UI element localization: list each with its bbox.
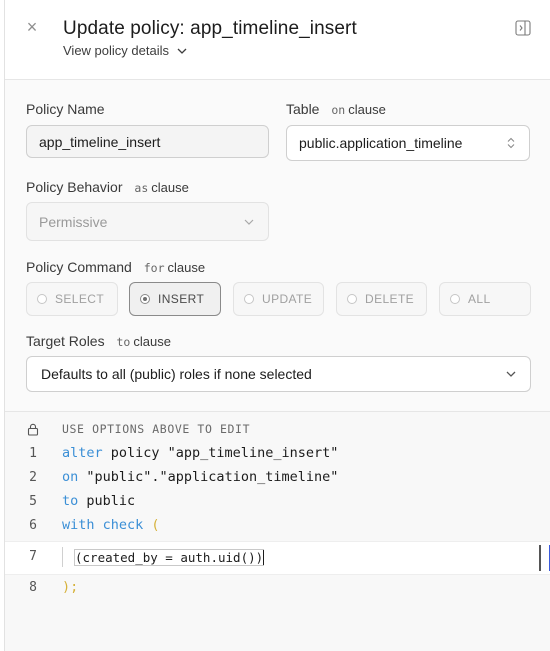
table-clause-word: clause [348,102,386,117]
view-policy-details-label: View policy details [63,43,169,58]
code-text: to public [62,493,135,509]
line-number: 7 [29,549,37,564]
page-title: Update policy: app_timeline_insert [63,18,357,39]
code-line: 1 alter policy "app_timeline_insert" [5,441,550,465]
code-text: alter policy "app_timeline_insert" [62,445,338,461]
sql-keyword: with check [62,517,144,533]
command-option-update[interactable]: UPDATE [233,282,324,316]
line-number: 6 [29,517,37,533]
code-line: 6 with check ( [5,513,550,537]
policy-form: Policy Name app_timeline_insert Table on… [5,80,550,412]
line-number: 8 [29,579,37,595]
sql-keyword: to [62,493,79,509]
chevron-down-icon [506,371,516,377]
sql-text: "public"."application_timeline" [78,469,339,485]
code-text: with check ( [62,517,160,533]
radio-selected-icon [140,294,150,304]
command-clause-word: clause [167,260,206,275]
behavior-clause: as clause [134,180,188,195]
command-clause-keyword: for [143,261,165,275]
text-caret [263,549,265,565]
check-expression-input[interactable]: (created_by = auth.uid()) [62,547,265,567]
command-option-label: UPDATE [262,292,313,306]
behavior-clause-keyword: as [134,181,149,195]
command-option-label: ALL [468,292,491,306]
select-chevrons-icon [507,137,515,149]
code-line: 8 ); [5,575,550,599]
table-select-value: public.application_timeline [299,135,463,151]
code-line: 2 on "public"."application_timeline" [5,465,550,489]
table-clause-keyword: on [331,103,346,117]
policy-command-label-text: Policy Command [26,259,132,275]
command-option-all[interactable]: ALL [439,282,531,316]
command-option-insert[interactable]: INSERT [129,282,221,316]
command-option-delete[interactable]: DELETE [336,282,427,316]
command-clause: for clause [144,260,205,275]
policy-behavior-value: Permissive [39,213,108,230]
code-text: on "public"."application_timeline" [62,469,338,485]
readonly-line: USE OPTIONS ABOVE TO EDIT [5,417,550,441]
command-option-label: SELECT [55,292,105,306]
radio-icon [244,294,254,304]
code-text: ); [62,579,79,595]
target-roles-value: Defaults to all (public) roles if none s… [41,366,312,382]
sql-editor[interactable]: USE OPTIONS ABOVE TO EDIT 1 alter policy… [5,412,550,651]
policy-name-input[interactable]: app_timeline_insert [26,125,269,158]
line-number: 2 [29,469,37,485]
panel-header: × Update policy: app_timeline_insert Vie… [5,0,550,80]
line-number: 5 [29,493,37,509]
sql-text: policy "app_timeline_insert" [102,445,339,461]
scrollbar[interactable] [539,545,550,571]
table-label: Table on clause [286,101,386,117]
table-clause: on clause [331,102,385,117]
policy-name-label: Policy Name [26,101,105,117]
target-roles-select[interactable]: Defaults to all (public) roles if none s… [26,356,531,392]
behavior-clause-word: clause [151,180,189,195]
line-number: 1 [29,445,37,461]
editable-check-block[interactable]: 7 (created_by = auth.uid()) [5,541,550,575]
policy-behavior-label-text: Policy Behavior [26,179,123,195]
sidebar-toggle-icon[interactable] [515,20,531,36]
roles-clause-word: clause [133,334,171,349]
check-expression-text: (created_by = auth.uid()) [73,548,265,566]
readonly-note: USE OPTIONS ABOVE TO EDIT [62,422,251,436]
command-option-label: INSERT [158,292,205,306]
close-icon[interactable]: × [23,18,41,36]
code-line: 5 to public [5,489,550,513]
lock-icon [27,423,39,436]
sql-keyword: alter [62,445,103,461]
policy-behavior-select[interactable]: Permissive [26,202,269,241]
command-option-label: DELETE [365,292,415,306]
policy-behavior-label: Policy Behavior as clause [26,179,189,195]
chevron-down-icon [177,48,187,54]
roles-clause-keyword: to [116,335,131,349]
view-policy-details-button[interactable]: View policy details [63,43,187,58]
policy-editor-panel: × Update policy: app_timeline_insert Vie… [4,0,550,651]
policy-command-label: Policy Command for clause [26,259,205,275]
sql-keyword: on [62,469,79,485]
radio-icon [347,294,357,304]
radio-icon [37,294,47,304]
command-option-select[interactable]: SELECT [26,282,118,316]
table-label-text: Table [286,101,320,117]
chevron-down-icon [244,219,254,225]
policy-name-value: app_timeline_insert [39,133,161,150]
sql-paren: ( [143,517,160,533]
radio-icon [450,294,460,304]
roles-clause: to clause [116,334,170,349]
target-roles-label-text: Target Roles [26,333,105,349]
target-roles-label: Target Roles to clause [26,333,171,349]
sql-text: public [78,493,136,509]
table-select[interactable]: public.application_timeline [286,125,530,161]
